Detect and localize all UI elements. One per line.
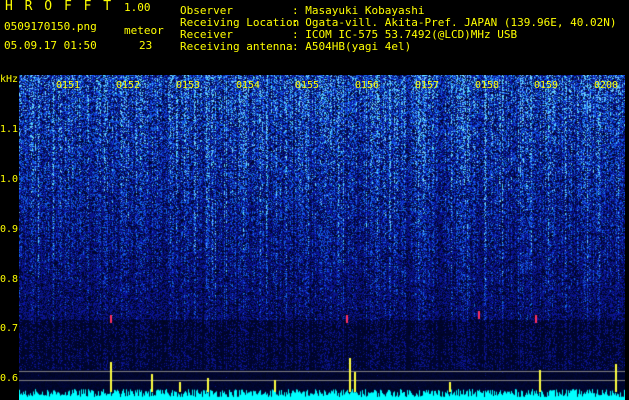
- antenna-label: Receiving antenna: [180, 40, 293, 53]
- freq-unit-label: kHz: [0, 74, 19, 85]
- time-tick-0159: 0159: [534, 80, 559, 91]
- time-tick-0200: 0200: [594, 80, 619, 91]
- antenna-value: : A504HB(yagi 4el): [292, 40, 412, 53]
- time-tick-0155: 0155: [295, 80, 320, 91]
- band-overlay: [19, 75, 625, 400]
- freq-tick-0-9: 0.9: [0, 224, 19, 235]
- time-tick-0158: 0158: [475, 80, 500, 91]
- freq-tick-0-6: 0.6: [0, 373, 19, 384]
- hroft-window: { "header": { "app_title": "H R O F F T"…: [0, 0, 629, 400]
- meteor-label: meteor: [124, 24, 164, 37]
- time-tick-0156: 0156: [355, 80, 380, 91]
- freq-tick-1-1: 1.1: [0, 124, 19, 135]
- app-title: H R O F F T: [5, 0, 114, 14]
- time-tick-0152: 0152: [116, 80, 141, 91]
- freq-tick-0-7: 0.7: [0, 323, 19, 334]
- file-name: 0509170150.png: [4, 20, 97, 33]
- meteor-count: 23: [139, 39, 153, 52]
- date-time: 05.09.17 01:50: [4, 39, 97, 52]
- freq-tick-1-0: 1.0: [0, 174, 19, 185]
- time-tick-0157: 0157: [415, 80, 440, 91]
- time-tick-0154: 0154: [236, 80, 261, 91]
- freq-tick-0-8: 0.8: [0, 274, 19, 285]
- time-tick-0153: 0153: [176, 80, 201, 91]
- app-version: 1.00: [124, 1, 151, 14]
- time-tick-0151: 0151: [56, 80, 81, 91]
